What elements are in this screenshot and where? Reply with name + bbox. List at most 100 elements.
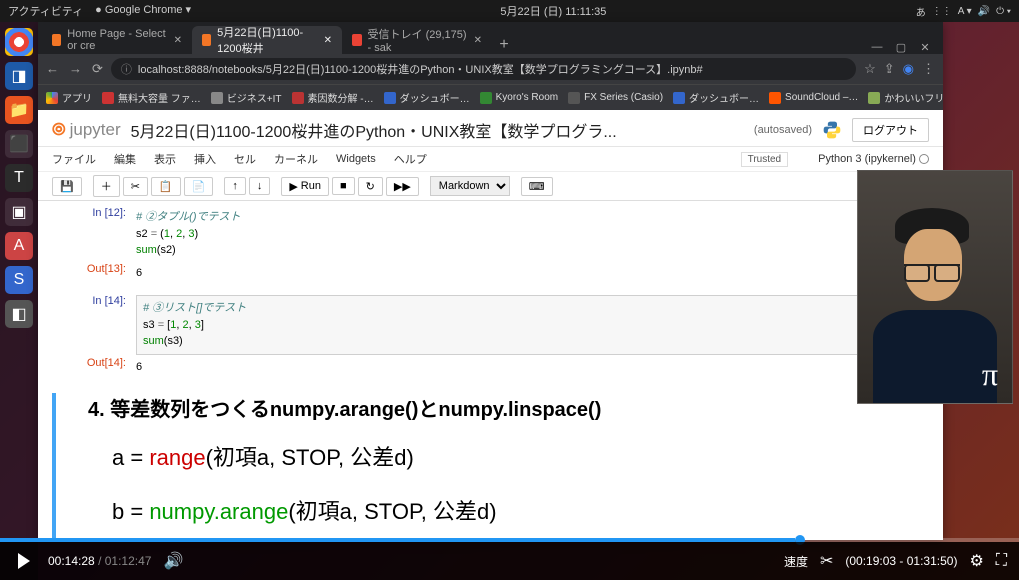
play-button[interactable] <box>12 549 36 573</box>
user-icon[interactable]: A ▾ <box>958 6 972 17</box>
move-down-button[interactable]: ↓ <box>249 177 271 195</box>
cut-button[interactable]: ✂ <box>123 177 148 196</box>
tab-inbox[interactable]: 受信トレイ (29,175) - sak✕ <box>342 26 492 54</box>
menu-insert[interactable]: 挿入 <box>194 151 216 167</box>
bookmark-item[interactable]: ビジネス+IT <box>211 90 282 105</box>
output-prompt: Out[13]: <box>52 263 136 284</box>
system-tray[interactable]: あ ⋮⋮ A ▾ 🔊 ⏻ ▾ <box>916 4 1011 19</box>
celltype-select[interactable]: Markdown <box>430 176 510 196</box>
bookmark-item[interactable]: 無料大容量 ファ… <box>102 90 201 105</box>
menu-help[interactable]: ヘルプ <box>394 151 427 167</box>
extension-icon[interactable]: ☆ <box>864 61 876 77</box>
dock-app-5[interactable]: ◧ <box>5 300 33 328</box>
command-palette-button[interactable]: ⌨ <box>521 177 553 196</box>
tab-home[interactable]: Home Page - Select or cre✕ <box>42 26 192 54</box>
settings-icon[interactable]: ⚙ <box>969 551 983 571</box>
run-button[interactable]: ▶ Run <box>281 177 329 196</box>
maximize-icon[interactable]: ▢ <box>891 41 911 54</box>
bookmark-item[interactable]: FX Series (Casio) <box>568 92 663 104</box>
trusted-badge[interactable]: Trusted <box>741 152 789 167</box>
logout-button[interactable]: ログアウト <box>852 118 929 142</box>
activities-button[interactable]: アクティビティ <box>8 3 83 19</box>
url-input[interactable]: ⓘ localhost:8888/notebooks/5月22日(日)1100-… <box>111 58 856 80</box>
notebook-title[interactable]: 5月22日(日)1100-1200桜井進のPython・UNIX教室【数学プログ… <box>131 118 744 142</box>
close-icon[interactable]: ✕ <box>174 35 182 46</box>
address-bar: ← → ⟳ ⓘ localhost:8888/notebooks/5月22日(日… <box>38 54 943 84</box>
share-icon[interactable]: ⇪ <box>884 61 895 77</box>
menu-kernel[interactable]: カーネル <box>274 151 318 167</box>
code-cell[interactable]: # ③リスト[]でテスト s3 = [1, 2, 3] sum(s3) <box>136 295 929 355</box>
paste-button[interactable]: 📄 <box>184 177 214 196</box>
profile-icon[interactable]: ◉ <box>903 61 914 77</box>
add-cell-button[interactable]: ＋ <box>93 175 120 197</box>
clock[interactable]: 5月22日 (日) 11:11:35 <box>191 3 916 19</box>
menu-edit[interactable]: 編集 <box>114 151 136 167</box>
menu-widgets[interactable]: Widgets <box>336 153 376 165</box>
new-tab-button[interactable]: + <box>492 36 516 54</box>
section-heading: 4. 等差数列をつくるnumpy.arange()とnumpy.linspace… <box>88 393 929 422</box>
menu-cell[interactable]: セル <box>234 151 256 167</box>
code-cell[interactable]: # ②タプル()でテスト s2 = (1, 2, 3) sum(s2) <box>136 207 929 261</box>
output-cell: 6 <box>136 263 929 284</box>
dock-app-3[interactable]: A <box>5 232 33 260</box>
bookmark-item[interactable]: かわいいフリ… <box>868 90 943 105</box>
bookmark-item[interactable]: ダッシュボー… <box>384 90 470 105</box>
move-up-button[interactable]: ↑ <box>224 177 246 195</box>
volume-icon[interactable]: 🔊 <box>163 551 183 571</box>
stop-button[interactable]: ■ <box>332 177 355 195</box>
dock-terminal[interactable]: T <box>5 164 33 192</box>
minimize-icon[interactable]: ― <box>867 41 887 54</box>
site-info-icon[interactable]: ⓘ <box>121 61 132 77</box>
tab-notebook[interactable]: 5月22日(日)1100-1200桜井✕ <box>192 26 342 54</box>
back-button[interactable]: ← <box>46 61 59 77</box>
dock-app-2[interactable]: ▣ <box>5 198 33 226</box>
cell-prompt: In [12]: <box>52 207 136 261</box>
jupyter-logo[interactable]: ⦾jupyter <box>52 120 121 140</box>
dock-app-1[interactable]: ⬛ <box>5 130 33 158</box>
volume-icon[interactable]: 🔊 <box>978 6 990 17</box>
jupyter-toolbar: 💾 ＋ ✂ 📋 📄 ↑ ↓ ▶ Run ■ ↻ ▶▶ Markdown ⌨ <box>38 171 943 201</box>
lang-icon[interactable]: あ <box>916 4 926 19</box>
bookmarks-bar: アプリ 無料大容量 ファ… ビジネス+IT 素因数分解 -… ダッシュボー… K… <box>38 84 943 110</box>
menu-icon[interactable]: ⋮ <box>922 61 935 77</box>
system-menu-bar: アクティビティ ● Google Chrome ▾ 5月22日 (日) 11:1… <box>0 0 1019 22</box>
notebook-area[interactable]: In [12]: # ②タプル()でテスト s2 = (1, 2, 3) sum… <box>38 201 943 540</box>
clip-icon[interactable]: ✂ <box>820 551 833 571</box>
bookmark-item[interactable]: 素因数分解 -… <box>292 90 374 105</box>
clip-range: (00:19:03 - 01:31:50) <box>845 554 957 568</box>
menu-file[interactable]: ファイル <box>52 151 96 167</box>
close-icon[interactable]: ✕ <box>324 35 332 46</box>
cell-prompt: In [14]: <box>52 295 136 355</box>
browser-window: Home Page - Select or cre✕ 5月22日(日)1100-… <box>38 22 943 540</box>
dock-files[interactable]: 📁 <box>5 96 33 124</box>
wifi-icon[interactable]: ⋮⋮ <box>932 6 952 17</box>
bookmark-item[interactable]: SoundCloud –… <box>769 92 858 104</box>
output-prompt: Out[14]: <box>52 357 136 378</box>
desktop: ◨ 📁 ⬛ T ▣ A S ◧ Home Page - Select or cr… <box>0 22 1019 580</box>
save-button[interactable]: 💾 <box>52 177 82 196</box>
close-window-icon[interactable]: ✕ <box>915 41 935 54</box>
fastforward-button[interactable]: ▶▶ <box>386 177 419 196</box>
speed-button[interactable]: 速度 <box>784 553 808 570</box>
apps-shortcut[interactable]: アプリ <box>46 90 92 105</box>
url-text: localhost:8888/notebooks/5月22日(日)1100-12… <box>138 61 703 77</box>
kernel-name[interactable]: Python 3 (ipykernel) <box>806 153 929 165</box>
dock-vscode[interactable]: ◨ <box>5 62 33 90</box>
copy-button[interactable]: 📋 <box>151 177 181 196</box>
dock-chrome[interactable] <box>5 28 33 56</box>
menu-view[interactable]: 表示 <box>154 151 176 167</box>
autosave-status: (autosaved) <box>754 124 812 136</box>
forward-button[interactable]: → <box>69 61 82 77</box>
dock-app-4[interactable]: S <box>5 266 33 294</box>
current-app[interactable]: ● Google Chrome ▾ <box>95 3 191 19</box>
bookmark-item[interactable]: Kyoro's Room <box>480 92 559 104</box>
power-icon[interactable]: ⏻ ▾ <box>996 6 1011 17</box>
jupyter-menu: ファイル 編集 表示 挿入 セル カーネル Widgets ヘルプ Truste… <box>38 147 943 171</box>
reload-button[interactable]: ⟳ <box>92 61 103 77</box>
fullscreen-icon[interactable]: ⛶ <box>996 552 1007 570</box>
tab-bar: Home Page - Select or cre✕ 5月22日(日)1100-… <box>38 22 943 54</box>
restart-button[interactable]: ↻ <box>358 177 383 196</box>
markdown-cell[interactable]: 4. 等差数列をつくるnumpy.arange()とnumpy.linspace… <box>52 393 929 540</box>
close-icon[interactable]: ✕ <box>474 35 482 46</box>
bookmark-item[interactable]: ダッシュボー… <box>673 90 759 105</box>
